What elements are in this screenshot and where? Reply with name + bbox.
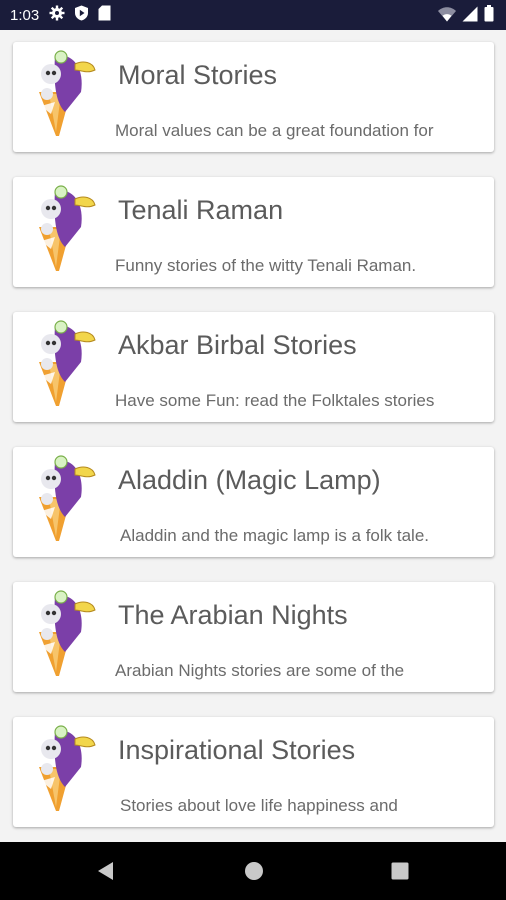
story-title: The Arabian Nights <box>118 600 348 630</box>
story-title: Inspirational Stories <box>118 735 356 765</box>
story-description: Funny stories of the witty Tenali Raman. <box>115 256 417 275</box>
wizard-mascot-icon <box>25 48 109 140</box>
cell-signal-icon <box>462 6 478 27</box>
story-title: Aladdin (Magic Lamp) <box>118 465 381 495</box>
status-bar: 1:03 <box>0 0 506 30</box>
gear-icon <box>49 5 65 26</box>
wizard-mascot-icon <box>25 723 109 815</box>
story-description: Aladdin and the magic lamp is a folk tal… <box>120 526 430 545</box>
wizard-mascot-icon <box>25 588 109 680</box>
story-card[interactable]: Moral Stories Moral values can be a grea… <box>13 42 494 152</box>
story-card[interactable]: Inspirational Stories Stories about love… <box>13 717 494 827</box>
recents-icon[interactable] <box>390 861 410 886</box>
home-icon[interactable] <box>244 861 264 886</box>
story-title: Tenali Raman <box>118 195 284 225</box>
story-list[interactable]: Moral Stories Moral values can be a grea… <box>0 30 506 842</box>
story-card[interactable]: Tenali Raman Funny stories of the witty … <box>13 177 494 287</box>
story-title: Moral Stories <box>118 60 278 90</box>
wizard-mascot-icon <box>25 453 109 545</box>
story-card[interactable]: The Arabian Nights Arabian Nights storie… <box>13 582 494 692</box>
back-icon[interactable] <box>96 861 116 886</box>
story-description: Stories about love life happiness and <box>120 796 398 815</box>
shield-play-icon <box>74 5 89 26</box>
wizard-mascot-icon <box>25 318 109 410</box>
status-time: 1:03 <box>10 6 40 24</box>
wizard-mascot-icon <box>25 183 109 275</box>
story-card[interactable]: Akbar Birbal Stories Have some Fun: read… <box>13 312 494 422</box>
battery-icon <box>484 5 494 27</box>
sd-card-icon <box>98 5 111 26</box>
story-description: Have some Fun: read the Folktales storie… <box>115 391 435 410</box>
navigation-bar <box>0 842 506 900</box>
story-card[interactable]: Aladdin (Magic Lamp) Aladdin and the mag… <box>13 447 494 557</box>
story-description: Moral values can be a great foundation f… <box>115 121 434 140</box>
story-title: Akbar Birbal Stories <box>118 330 357 360</box>
story-description: Arabian Nights stories are some of the <box>115 661 405 680</box>
wifi-icon <box>438 6 456 27</box>
